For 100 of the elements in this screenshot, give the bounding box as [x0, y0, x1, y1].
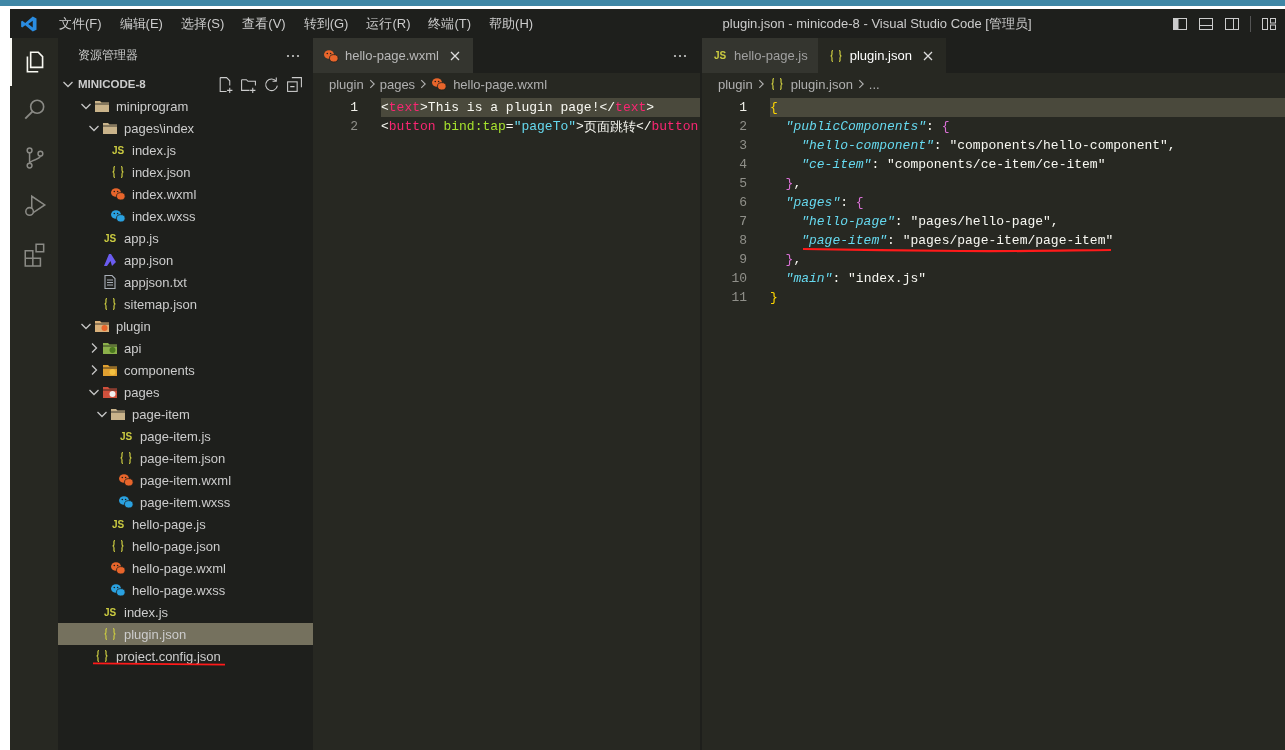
- chat-bubbles-icon: [118, 472, 134, 488]
- new-file-icon[interactable]: [217, 75, 234, 93]
- breadcrumb-item[interactable]: plugin: [718, 76, 753, 92]
- braces-icon: [94, 648, 110, 664]
- js-icon: JS: [102, 606, 118, 618]
- tree-item[interactable]: hello-page.json: [58, 535, 313, 557]
- tree-item[interactable]: index.wxss: [58, 205, 313, 227]
- line-number: 8: [738, 233, 747, 248]
- logo-icon: [20, 14, 38, 33]
- tree-item[interactable]: api: [58, 337, 313, 359]
- section-title[interactable]: MINICODE-8: [78, 78, 217, 90]
- folder-icon: [102, 384, 118, 400]
- line-number: 1: [738, 100, 747, 115]
- chat-bubbles-icon: [110, 560, 126, 576]
- braces-icon: [110, 538, 126, 554]
- chat-bubbles-icon: [110, 186, 126, 202]
- tree-item[interactable]: JS index.js: [58, 139, 313, 161]
- braces-icon: [102, 626, 118, 642]
- folder-icon: [94, 98, 110, 114]
- tree-item[interactable]: JS app.js: [58, 227, 313, 249]
- tree-item[interactable]: hello-page.wxml: [58, 557, 313, 579]
- menu-item[interactable]: 文件(F): [50, 14, 111, 33]
- menu-item[interactable]: 查看(V): [233, 14, 295, 33]
- sidebar-title: 资源管理器: [78, 47, 138, 64]
- line-number: 6: [738, 195, 747, 210]
- tree-item[interactable]: index.wxml: [58, 183, 313, 205]
- js-icon: JS: [110, 518, 126, 530]
- breadcrumb-item[interactable]: plugin: [329, 76, 364, 92]
- braces-icon: [110, 164, 126, 180]
- code-line: "pages": {: [784, 194, 865, 212]
- line-number: 1: [349, 100, 358, 115]
- document-icon: [102, 274, 118, 290]
- breadcrumb-item[interactable]: hello-page.wxml: [453, 76, 548, 92]
- code-line: },: [784, 251, 803, 269]
- tree-item[interactable]: plugin: [58, 315, 313, 337]
- tree-item[interactable]: page-item.json: [58, 447, 313, 469]
- menu-item[interactable]: 选择(S): [171, 14, 234, 33]
- menu-item[interactable]: 编辑(E): [110, 14, 172, 33]
- breadcrumb-item[interactable]: plugin.json: [790, 76, 853, 92]
- folder-icon: [110, 406, 126, 422]
- line-number: 2: [349, 119, 358, 134]
- tree-item[interactable]: JS index.js: [58, 601, 313, 623]
- js-icon: JS: [110, 144, 126, 156]
- menu-item[interactable]: 帮助(H): [480, 14, 543, 33]
- line-number: 5: [738, 176, 747, 191]
- tree-item[interactable]: project.config.json: [58, 645, 313, 667]
- split-icon[interactable]: [1224, 15, 1240, 32]
- code-line: "publicComponents": {: [784, 118, 951, 136]
- line-number: 10: [730, 271, 747, 286]
- chat-bubbles-icon: [110, 582, 126, 598]
- menu-item[interactable]: 转到(G): [294, 14, 358, 33]
- tree-item[interactable]: pages\index: [58, 117, 313, 139]
- line-number: 7: [738, 214, 747, 229]
- tree-item[interactable]: sitemap.json: [58, 293, 313, 315]
- chat-bubbles-icon: [110, 208, 126, 224]
- debug-icon[interactable]: [22, 193, 48, 219]
- tree-item[interactable]: page-item: [58, 403, 313, 425]
- folder-icon: [102, 120, 118, 136]
- editor-tab[interactable]: hello-page.wxml: [313, 38, 473, 73]
- tree-item[interactable]: hello-page.wxss: [58, 579, 313, 601]
- code-line: },: [784, 175, 803, 193]
- js-icon: JS: [102, 232, 118, 244]
- tree-item[interactable]: app.json: [58, 249, 313, 271]
- tree-item[interactable]: appjson.txt: [58, 271, 313, 293]
- breadcrumb-item[interactable]: ...: [868, 76, 880, 92]
- folder-icon: [102, 340, 118, 356]
- folder-icon: [94, 318, 110, 334]
- tree-item[interactable]: pages: [58, 381, 313, 403]
- editor-tab[interactable]: plugin.json: [817, 38, 946, 73]
- code-line: }: [770, 289, 779, 307]
- panel-toggle-icon[interactable]: [1198, 15, 1214, 32]
- breadcrumb-item[interactable]: pages: [379, 76, 416, 92]
- code-line: "hello-page": "pages/hello-page",: [800, 213, 1060, 231]
- chat-bubbles-icon: [431, 76, 448, 92]
- braces-icon: [118, 450, 134, 466]
- code-line: "hello-component": "components/hello-component",: [800, 137, 1177, 155]
- sidebar-toggle-icon[interactable]: [1172, 15, 1188, 32]
- menu-item[interactable]: 运行(R): [357, 14, 420, 33]
- code-line: "page-item": "pages/page-item/page-item": [800, 232, 1115, 250]
- tree-item[interactable]: miniprogram: [58, 95, 313, 117]
- code-line: "main": "index.js": [784, 270, 928, 288]
- chat-bubbles-icon: [323, 47, 339, 64]
- layout-icon[interactable]: [1261, 15, 1277, 32]
- window-title: plugin.json - minicode-8 - Visual Studio Code [管理员]: [721, 14, 1033, 33]
- tree-item[interactable]: JS hello-page.js: [58, 513, 313, 535]
- line-number: 4: [738, 157, 747, 172]
- refresh-icon[interactable]: [263, 75, 280, 93]
- line-number: 9: [738, 252, 747, 267]
- tree-item[interactable]: JS page-item.js: [58, 425, 313, 447]
- code-line: "ce-item": "components/ce-item/ce-item": [800, 156, 1107, 174]
- tree-item[interactable]: page-item.wxml: [58, 469, 313, 491]
- tree-item[interactable]: components: [58, 359, 313, 381]
- js-icon: JS: [118, 430, 134, 442]
- wedge-icon: [102, 252, 118, 268]
- tree-item[interactable]: page-item.wxss: [58, 491, 313, 513]
- braces-icon: [102, 296, 118, 312]
- tree-item[interactable]: index.json: [58, 161, 313, 183]
- collapse-icon[interactable]: [286, 75, 303, 93]
- editor-tab[interactable]: JS hello-page.js: [702, 38, 818, 73]
- menu-item[interactable]: 终端(T): [419, 14, 481, 33]
